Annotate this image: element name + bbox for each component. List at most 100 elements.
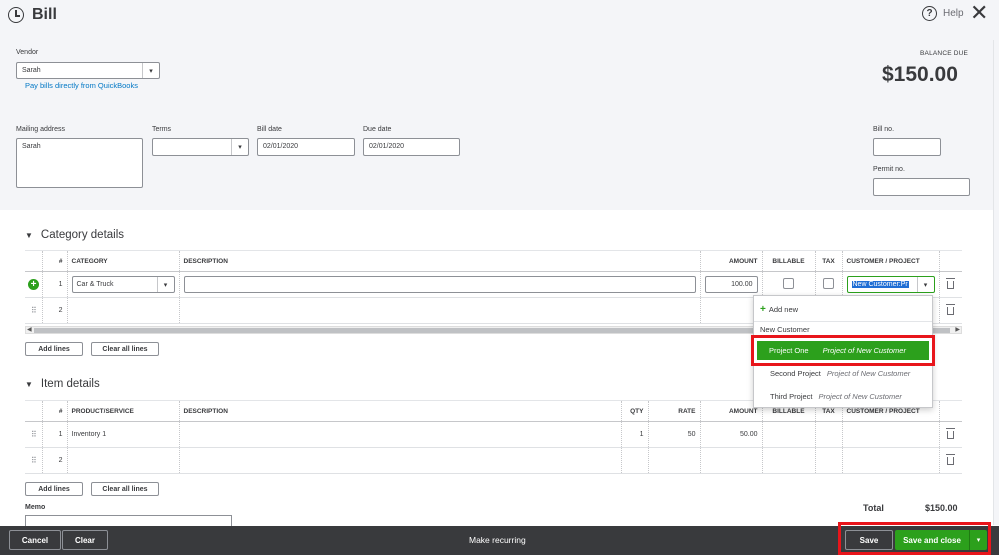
trash-icon[interactable]	[946, 427, 956, 439]
delete-cell	[938, 271, 962, 298]
mailing-address-value: Sarah	[22, 143, 41, 150]
item-table: # PRODUCT/SERVICE DESCRIPTION QTY RATE A…	[25, 400, 962, 474]
customer-project-select[interactable]: New Customer:Pr ▾	[846, 276, 935, 293]
chevron-down-icon[interactable]: ▾	[231, 139, 248, 155]
caret-down-icon: ▼	[25, 230, 33, 240]
add-lines-button[interactable]: Add lines	[25, 482, 83, 496]
rate-cell[interactable]: 50	[647, 421, 700, 448]
terms-label: Terms	[152, 126, 172, 133]
pay-bills-link[interactable]: Pay bills directly from QuickBooks	[25, 81, 138, 90]
billable-checkbox[interactable]	[783, 278, 794, 289]
table-row: ⠿ 2	[25, 447, 962, 474]
amount-cell: 100.00	[699, 271, 762, 298]
scroll-left-icon[interactable]: ◀	[27, 326, 32, 333]
drag-handle-icon[interactable]: ⠿	[31, 306, 37, 315]
scroll-right-icon[interactable]: ▶	[955, 326, 960, 333]
col-num: #	[41, 400, 67, 422]
permit-no-label: Permit no.	[873, 166, 905, 173]
bill-date-field[interactable]: 02/01/2020	[257, 138, 355, 156]
help-button[interactable]: ? Help	[922, 6, 964, 21]
trash-icon[interactable]	[946, 277, 956, 289]
qty-cell[interactable]: 1	[620, 421, 648, 448]
col-qty: QTY	[620, 400, 648, 422]
description-cell[interactable]	[178, 297, 700, 324]
row-action-cell: ⠿	[25, 447, 42, 474]
rate-cell[interactable]	[647, 447, 700, 474]
row-action-cell: +	[25, 271, 42, 298]
clear-all-lines-button[interactable]: Clear all lines	[91, 482, 159, 496]
add-new-option[interactable]: + Add new	[754, 299, 932, 319]
clear-all-lines-button[interactable]: Clear all lines	[91, 342, 159, 356]
chevron-down-icon[interactable]: ▾	[916, 277, 934, 292]
drag-handle-icon[interactable]: ⠿	[31, 430, 37, 439]
mailing-address-field[interactable]: Sarah	[16, 138, 143, 188]
delete-cell	[938, 421, 962, 448]
vendor-label: Vendor	[16, 49, 39, 56]
due-date-label: Due date	[363, 126, 392, 133]
bill-date-label: Bill date	[257, 126, 282, 133]
delete-cell	[938, 297, 962, 324]
chevron-down-icon[interactable]: ▾	[142, 63, 159, 78]
permit-no-field[interactable]	[873, 178, 970, 196]
col-tax: TAX	[814, 250, 842, 272]
tax-cell[interactable]	[814, 421, 842, 448]
tax-checkbox[interactable]	[823, 278, 834, 289]
product-cell[interactable]: Inventory 1	[66, 421, 179, 448]
make-recurring-link[interactable]: Make recurring	[469, 535, 526, 545]
recent-transactions-icon[interactable]	[8, 7, 24, 23]
qty-cell[interactable]	[620, 447, 648, 474]
caret-down-icon: ▼	[25, 379, 33, 389]
delete-cell	[938, 447, 962, 474]
billable-cell	[761, 271, 815, 298]
dropdown-option-third-project[interactable]: Third Project Project of New Customer	[754, 386, 932, 406]
trash-icon[interactable]	[946, 303, 956, 315]
row-num: 1	[41, 271, 67, 298]
terms-select[interactable]: ▾	[152, 138, 249, 156]
bill-header: Bill ? Help ✕ Vendor Sarah ▾ Pay bills d…	[0, 0, 999, 210]
description-cell[interactable]	[178, 421, 621, 448]
add-new-label: Add new	[768, 304, 799, 314]
customer-cell: New Customer:Pr ▾	[841, 271, 939, 298]
item-details-title: Item details	[40, 378, 100, 390]
balance-due-label: BALANCE DUE	[920, 50, 969, 57]
bill-no-field[interactable]	[873, 138, 941, 156]
category-details-toggle[interactable]: ▼ Category details	[25, 229, 124, 241]
close-icon[interactable]: ✕	[970, 2, 988, 24]
description-input[interactable]	[183, 276, 696, 293]
product-cell[interactable]	[66, 447, 179, 474]
amount-input[interactable]: 100.00	[704, 276, 758, 293]
amount-cell[interactable]: 50.00	[699, 421, 762, 448]
page-scrollbar[interactable]	[993, 40, 999, 525]
table-row: ⠿ 1 Inventory 1 1 50 50.00	[25, 421, 962, 448]
category-cell[interactable]	[66, 297, 179, 324]
customer-cell[interactable]	[841, 421, 939, 448]
help-icon: ?	[922, 6, 937, 21]
cancel-button[interactable]: Cancel	[9, 530, 61, 550]
amount-cell[interactable]	[699, 447, 762, 474]
clear-button[interactable]: Clear	[62, 530, 108, 550]
chevron-down-icon[interactable]: ▾	[156, 277, 174, 292]
billable-cell[interactable]	[761, 447, 815, 474]
add-line-icon[interactable]: +	[28, 279, 39, 290]
customer-cell[interactable]	[841, 447, 939, 474]
option-name: Third Project	[770, 391, 813, 401]
tax-cell[interactable]	[814, 447, 842, 474]
mailing-address-label: Mailing address	[16, 126, 66, 133]
description-cell[interactable]	[178, 447, 621, 474]
item-details-toggle[interactable]: ▼ Item details	[25, 378, 100, 390]
billable-cell[interactable]	[761, 421, 815, 448]
table-row: + 1 Car & Truck ▾ 100.00 New Customer:Pr…	[25, 271, 962, 298]
trash-icon[interactable]	[946, 453, 956, 465]
category-select[interactable]: Car & Truck ▾	[71, 276, 175, 293]
vendor-select[interactable]: Sarah ▾	[16, 62, 160, 79]
title-row: Bill	[8, 4, 57, 26]
dropdown-option-second-project[interactable]: Second Project Project of New Customer	[754, 363, 932, 383]
bill-date-value: 02/01/2020	[263, 143, 299, 150]
due-date-field[interactable]: 02/01/2020	[363, 138, 460, 156]
col-rate: RATE	[647, 400, 700, 422]
category-header-row: # CATEGORY DESCRIPTION AMOUNT BILLABLE T…	[25, 250, 962, 272]
add-lines-button[interactable]: Add lines	[25, 342, 83, 356]
drag-handle-icon[interactable]: ⠿	[31, 456, 37, 465]
help-label: Help	[943, 8, 964, 19]
col-delete	[938, 250, 962, 272]
